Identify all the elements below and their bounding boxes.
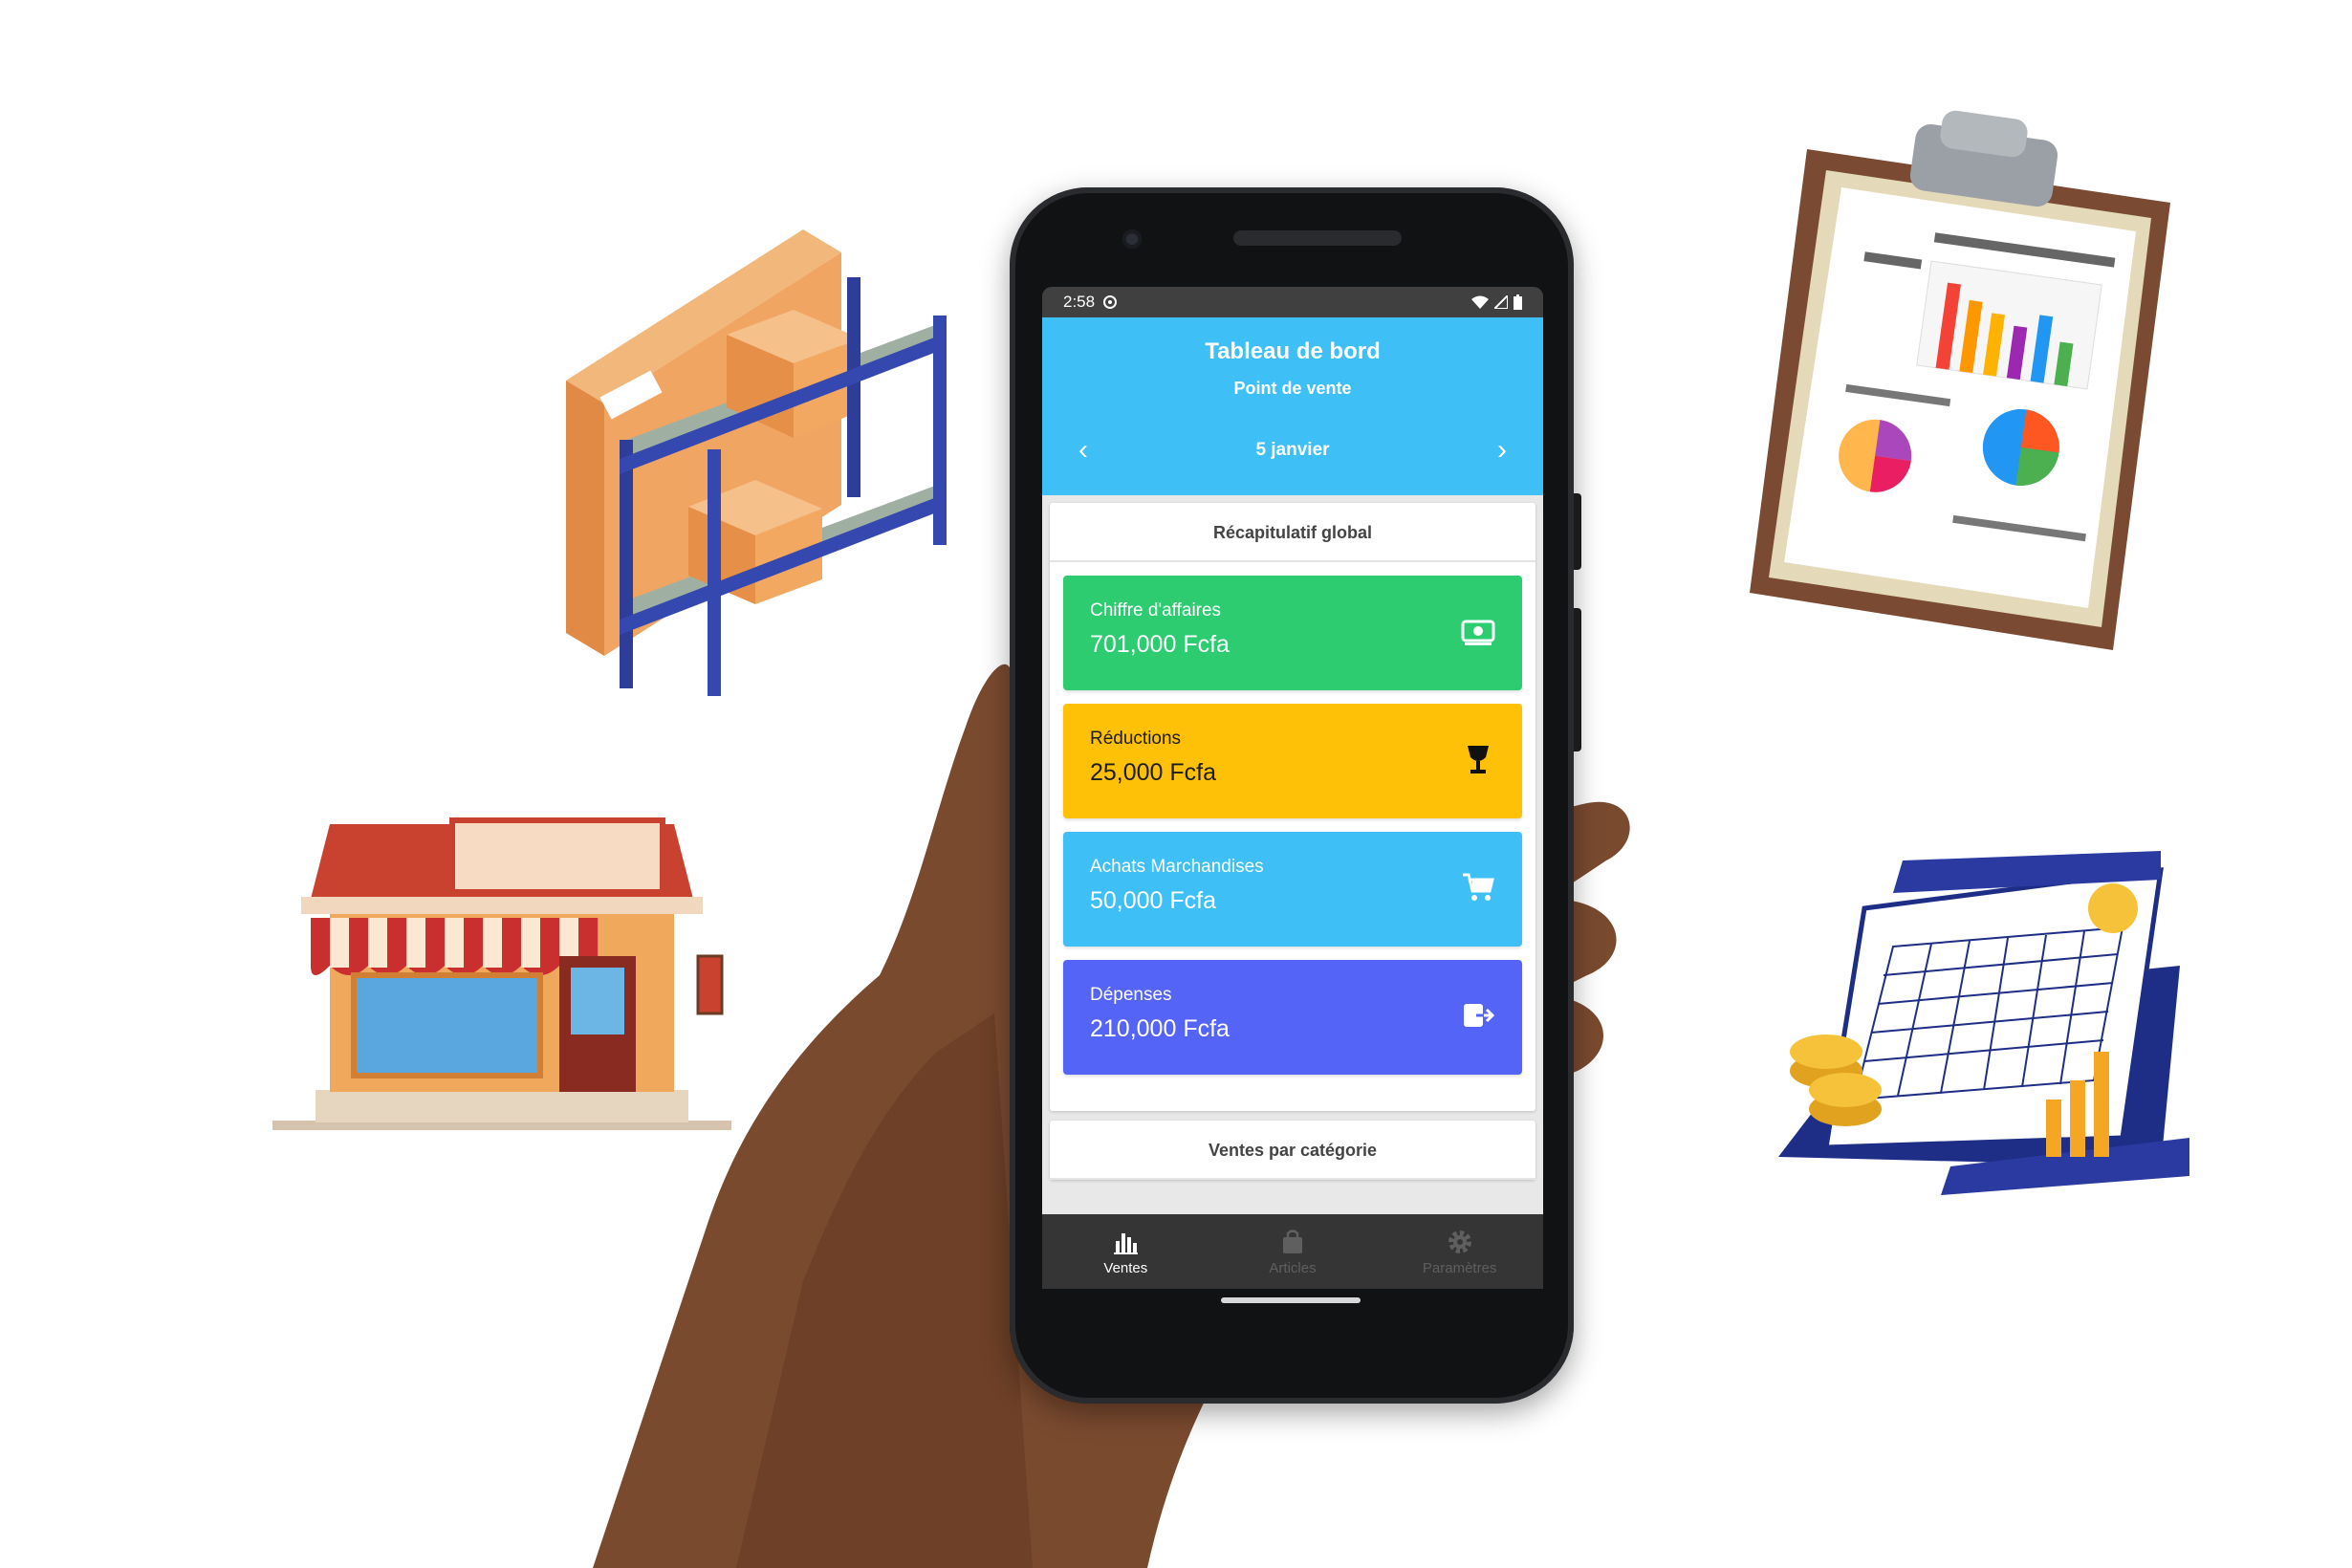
volume-button [1574,608,1581,751]
tab-parametres[interactable]: Paramètres [1376,1214,1543,1289]
tab-label: Articles [1269,1260,1317,1276]
summary-card: Récapitulatif global Chiffre d'affaires … [1050,503,1535,1111]
wifi-icon [1471,295,1489,309]
bottom-navigation: Ventes Articles Paramètres [1042,1214,1543,1289]
stat-expenses[interactable]: Dépenses 210,000 Fcfa [1063,960,1522,1075]
chevron-right-icon[interactable]: › [1497,436,1507,465]
date-navigator: ‹ 5 janvier › [1042,436,1543,465]
stat-value: 25,000 Fcfa [1090,759,1217,786]
stat-value: 701,000 Fcfa [1090,631,1230,658]
tab-articles[interactable]: Articles [1209,1214,1377,1289]
chevron-left-icon[interactable]: ‹ [1078,436,1088,465]
stat-value: 50,000 Fcfa [1090,887,1217,914]
app-header: Tableau de bord Point de vente ‹ 5 janvi… [1042,317,1543,495]
cart-icon [1463,873,1494,901]
earpiece-speaker [1233,230,1402,246]
stat-purchases[interactable]: Achats Marchandises 50,000 Fcfa [1063,832,1522,947]
stat-label: Chiffre d'affaires [1090,600,1222,621]
page-title: Tableau de bord [1205,338,1381,364]
tab-label: Ventes [1103,1260,1148,1276]
stat-discounts[interactable]: Réductions 25,000 Fcfa [1063,704,1522,818]
signal-icon [1494,295,1508,309]
battery-icon [1514,294,1522,310]
summary-title: Récapitulatif global [1050,503,1535,562]
gear-icon [1448,1230,1471,1253]
calendar-coins-illustration [1778,851,2199,1205]
category-title: Ventes par catégorie [1050,1121,1535,1180]
power-button [1574,493,1581,570]
bar-chart-icon [1114,1233,1139,1254]
page-subtitle: Point de vente [1233,379,1352,398]
app-screen: 2:58 Tableau de bord Point de vente ‹ 5 … [1042,287,1543,1289]
bag-icon [1283,1230,1302,1253]
glass-icon [1468,746,1489,773]
current-date[interactable]: 5 janvier [1255,440,1329,461]
status-time: 2:58 [1063,293,1096,311]
dashboard-content[interactable]: Récapitulatif global Chiffre d'affaires … [1042,495,1543,1214]
front-camera [1122,229,1142,249]
clipboard-report-illustration [1750,110,2199,650]
stat-label: Dépenses [1090,985,1172,1005]
stat-revenue[interactable]: Chiffre d'affaires 701,000 Fcfa [1063,576,1522,690]
category-card: Ventes par catégorie [1050,1121,1535,1180]
exit-icon [1464,1004,1495,1027]
money-icon [1461,620,1495,645]
sync-icon [1103,295,1118,309]
stat-label: Réductions [1090,729,1182,749]
tab-label: Paramètres [1422,1260,1497,1276]
home-indicator [1221,1297,1361,1303]
status-bar: 2:58 [1042,287,1543,317]
stat-label: Achats Marchandises [1090,857,1264,877]
stat-value: 210,000 Fcfa [1090,1015,1230,1042]
tab-ventes[interactable]: Ventes [1042,1214,1209,1289]
